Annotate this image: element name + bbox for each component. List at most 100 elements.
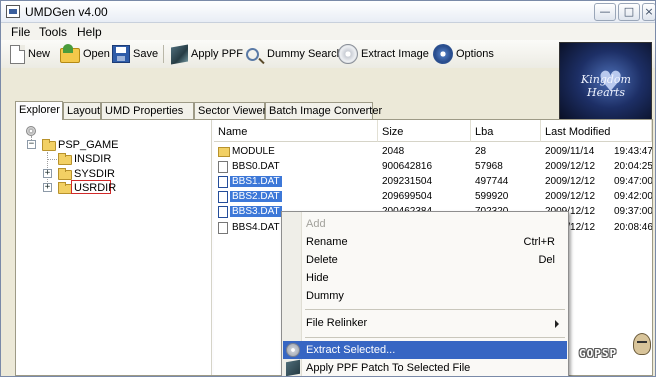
mascot-icon	[633, 333, 651, 355]
app-window: UMDGen v4.00 — □ × File Tools Help New O…	[0, 0, 656, 377]
table-row[interactable]: BBS2.DAT 209699504 599920 2009/12/12 09:…	[214, 189, 652, 204]
game-logo: ♥ Kingdom Hearts	[559, 42, 652, 125]
magnifier-icon	[246, 47, 259, 61]
expand-toggle[interactable]: +	[43, 169, 52, 178]
folder-icon	[58, 153, 72, 165]
column-header-last-modified[interactable]: Last Modified	[541, 120, 652, 142]
tree-item-psp-game[interactable]: PSP_GAME	[58, 139, 119, 151]
menu-item-dummy[interactable]: Dummy	[283, 287, 567, 305]
menu-file[interactable]: File	[11, 25, 30, 39]
tree-item-usrdir[interactable]: USRDIR	[74, 182, 116, 194]
file-name: BBS2.DAT	[230, 191, 282, 202]
extract-image-label: Extract Image	[361, 48, 429, 60]
column-header-lba[interactable]: Lba	[471, 120, 541, 142]
file-name: BBS3.DAT	[230, 206, 282, 217]
folder-tree[interactable]: − PSP_GAME INSDIR + SYSDIR + USRDIR	[16, 120, 212, 375]
menu-item-apply-ppf-patch[interactable]: Apply PPF Patch To Selected File	[283, 359, 567, 376]
menu-item-label: Delete	[306, 254, 338, 266]
menu-item-rename[interactable]: Rename Ctrl+R	[283, 233, 567, 251]
tree-item-insdir[interactable]: INSDIR	[74, 153, 111, 165]
new-button[interactable]: New	[10, 42, 50, 66]
extract-image-button[interactable]: Extract Image	[338, 42, 429, 66]
menu-separator	[305, 309, 565, 310]
column-header-size[interactable]: Size	[378, 120, 471, 142]
context-menu: Add Rename Ctrl+R Delete Del Hide Dummy …	[281, 211, 569, 376]
menu-item-extract-selected[interactable]: Extract Selected...	[283, 341, 567, 359]
menu-shortcut: Del	[538, 254, 555, 266]
menu-item-label: Rename	[306, 236, 348, 248]
file-name: MODULE	[232, 146, 275, 157]
tab-explorer[interactable]: Explorer	[15, 101, 63, 120]
file-size: 209699504	[382, 191, 433, 202]
file-date: 2009/12/12	[545, 191, 596, 202]
tab-layout[interactable]: Layout	[63, 102, 101, 119]
options-button[interactable]: Options	[433, 42, 494, 66]
toolbar: New Open Save Apply PPF Dummy Search Ext…	[1, 40, 655, 68]
open-label: Open	[83, 48, 110, 60]
collapse-toggle[interactable]: −	[27, 140, 36, 149]
file-date: 2009/11/14	[545, 146, 595, 157]
apply-ppf-button[interactable]: Apply PPF	[171, 42, 243, 66]
open-button[interactable]: Open	[60, 42, 110, 66]
menu-item-add[interactable]: Add	[283, 215, 567, 233]
logo-text: Kingdom Hearts	[581, 73, 631, 99]
open-folder-icon	[60, 44, 80, 63]
column-header-name[interactable]: Name	[214, 120, 378, 142]
watermark-text: GOPSP	[579, 347, 618, 360]
tab-sector-viewer[interactable]: Sector Viewer	[194, 102, 266, 119]
menu-tools[interactable]: Tools	[39, 25, 67, 39]
folder-icon	[58, 168, 72, 180]
dummy-search-button[interactable]: Dummy Search	[246, 42, 343, 66]
menu-shortcut: Ctrl+R	[523, 236, 555, 248]
menu-item-file-relinker[interactable]: File Relinker	[283, 314, 567, 332]
file-icon	[218, 191, 228, 203]
save-disk-icon	[112, 45, 130, 63]
save-button[interactable]: Save	[112, 42, 158, 66]
file-icon	[218, 176, 228, 188]
window-title: UMDGen v4.00	[25, 5, 108, 19]
menu-item-label: Apply PPF Patch To Selected File	[306, 362, 471, 374]
app-icon	[6, 5, 20, 18]
table-row[interactable]: MODULE 2048 28 2009/11/14 19:43:47	[214, 144, 652, 159]
menu-help[interactable]: Help	[77, 25, 102, 39]
menu-item-label: File Relinker	[306, 317, 368, 329]
ppf-cube-icon	[286, 359, 300, 376]
menu-item-hide[interactable]: Hide	[283, 269, 567, 287]
apply-ppf-label: Apply PPF	[191, 48, 243, 60]
new-file-icon	[10, 44, 25, 64]
tree-line	[47, 159, 57, 160]
file-size: 900642816	[382, 161, 433, 172]
file-name: BBS0.DAT	[232, 161, 280, 172]
table-row[interactable]: BBS1.DAT 209231504 497744 2009/12/12 09:…	[214, 174, 652, 189]
ppf-cube-icon	[171, 44, 188, 64]
file-lba: 28	[475, 146, 487, 157]
table-row[interactable]: BBS0.DAT 900642816 57968 2009/12/12 20:0…	[214, 159, 652, 174]
expand-toggle[interactable]: +	[43, 183, 52, 192]
submenu-arrow-icon	[555, 320, 559, 328]
menu-item-delete[interactable]: Delete Del	[283, 251, 567, 269]
file-time: 09:47:00	[614, 176, 653, 187]
menu-item-label: Dummy	[306, 290, 344, 302]
file-date: 2009/12/12	[545, 176, 596, 187]
menu-bar: File Tools Help	[1, 23, 655, 40]
new-label: New	[28, 48, 51, 60]
disc-root-icon	[26, 126, 36, 136]
file-lba: 497744	[475, 176, 509, 187]
maximize-button[interactable]: □	[618, 3, 640, 21]
dummy-search-label: Dummy Search	[267, 48, 343, 60]
gear-icon	[433, 44, 453, 64]
file-time: 09:37:00	[614, 206, 653, 217]
save-label: Save	[133, 48, 159, 60]
file-time: 20:08:46	[614, 222, 653, 233]
disc-icon	[338, 44, 358, 64]
file-size: 2048	[382, 146, 405, 157]
file-icon	[218, 161, 228, 173]
minimize-button[interactable]: —	[594, 3, 616, 21]
close-button[interactable]: ×	[642, 3, 655, 21]
title-bar[interactable]: UMDGen v4.00 — □ ×	[1, 1, 655, 23]
file-icon	[218, 206, 228, 218]
tree-item-sysdir[interactable]: SYSDIR	[74, 168, 115, 180]
file-time: 19:43:47	[614, 146, 653, 157]
tab-batch-image-converter[interactable]: Batch Image Converter	[265, 102, 382, 119]
tab-umd-properties[interactable]: UMD Properties	[101, 102, 194, 119]
